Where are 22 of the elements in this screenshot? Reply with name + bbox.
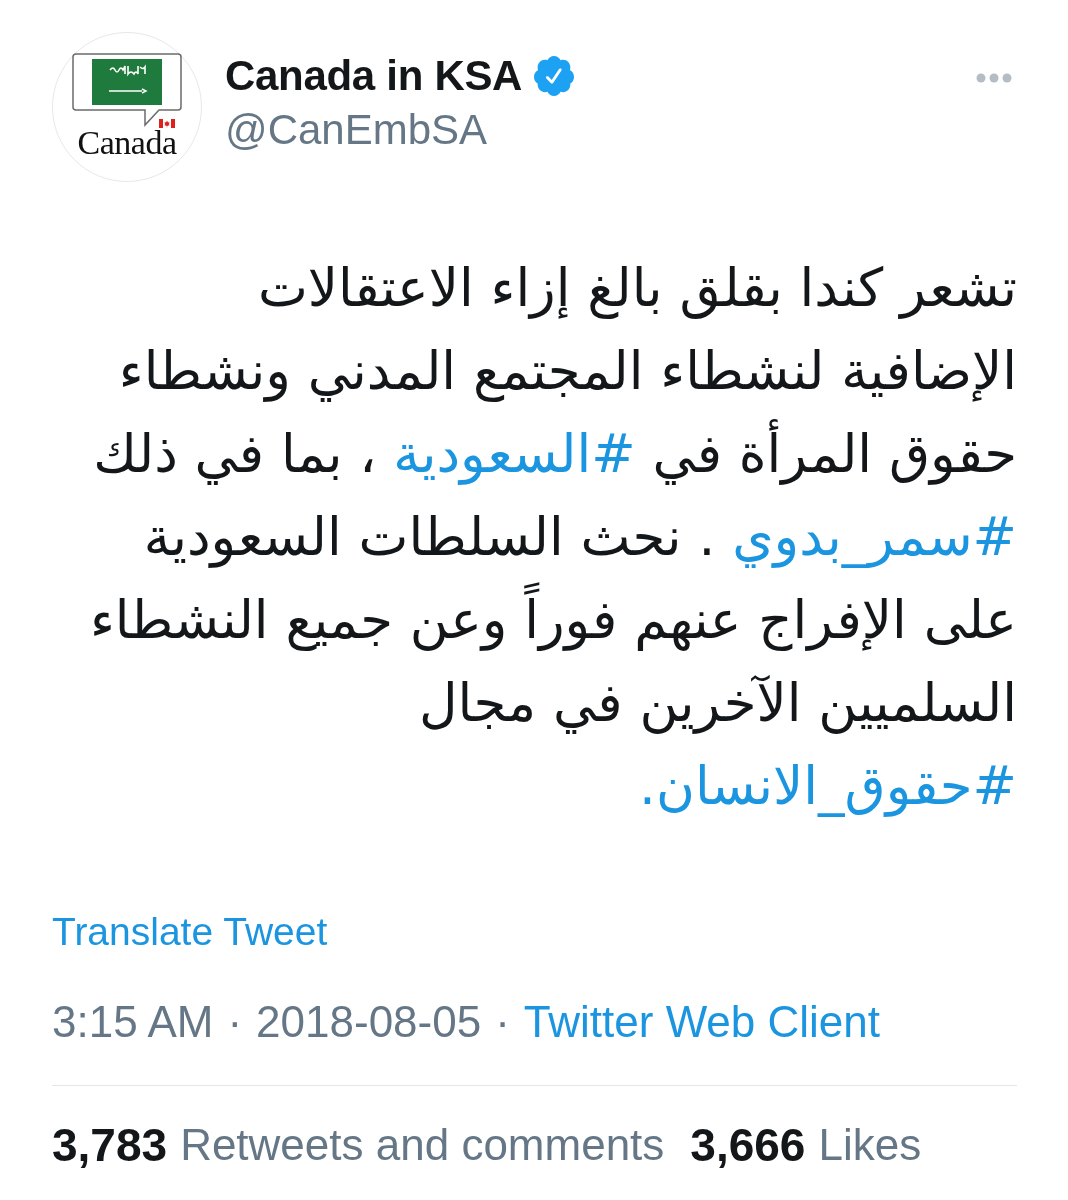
stat-label: Retweets and comments (180, 1120, 665, 1170)
source-link[interactable]: Twitter Web Client (523, 997, 881, 1047)
separator-dot: · (227, 997, 243, 1047)
tweet-text: تشعر كندا بقلق بالغ إزاء الاعتقالات الإضافية لنشطاء المجتمع المدني ونشطاء حقوق المرأة في #السعودية ، بما في ذلك #سمر_بدوي . نحث السلطات السعودية على الإفراج عنهم فوراً وعن جميع النشطاء السلميين الآخرين في مجال #حقوق_الانسان. (88, 256, 1017, 819)
tweet-time: 3:15 AM (52, 997, 214, 1047)
tweet-date: 2018-08-05 (256, 997, 482, 1047)
author-name[interactable]: Canada in KSA (225, 51, 523, 101)
hashtag-link[interactable]: #السعودية (393, 423, 636, 484)
ellipsis-icon (976, 73, 1012, 83)
translate-link[interactable]: Translate Tweet (52, 909, 328, 955)
stat-count: 3,666 (690, 1120, 806, 1170)
hashtag-link[interactable]: #حقوق_الانسان. (639, 755, 1017, 816)
avatar[interactable]: Canada (52, 32, 202, 182)
maple-leaf-flag-icon (159, 119, 176, 128)
flag-icon (92, 59, 162, 105)
logo-wordmark: Canada (77, 129, 177, 157)
stat-label: Likes (818, 1120, 922, 1170)
author-handle[interactable]: @CanEmbSA (225, 105, 575, 155)
separator-dot: · (495, 997, 510, 1047)
stat-count: 3,783 (52, 1120, 168, 1170)
hashtag-link[interactable]: #سمر_بدوي (732, 506, 1017, 567)
more-options-button[interactable] (976, 73, 1012, 83)
